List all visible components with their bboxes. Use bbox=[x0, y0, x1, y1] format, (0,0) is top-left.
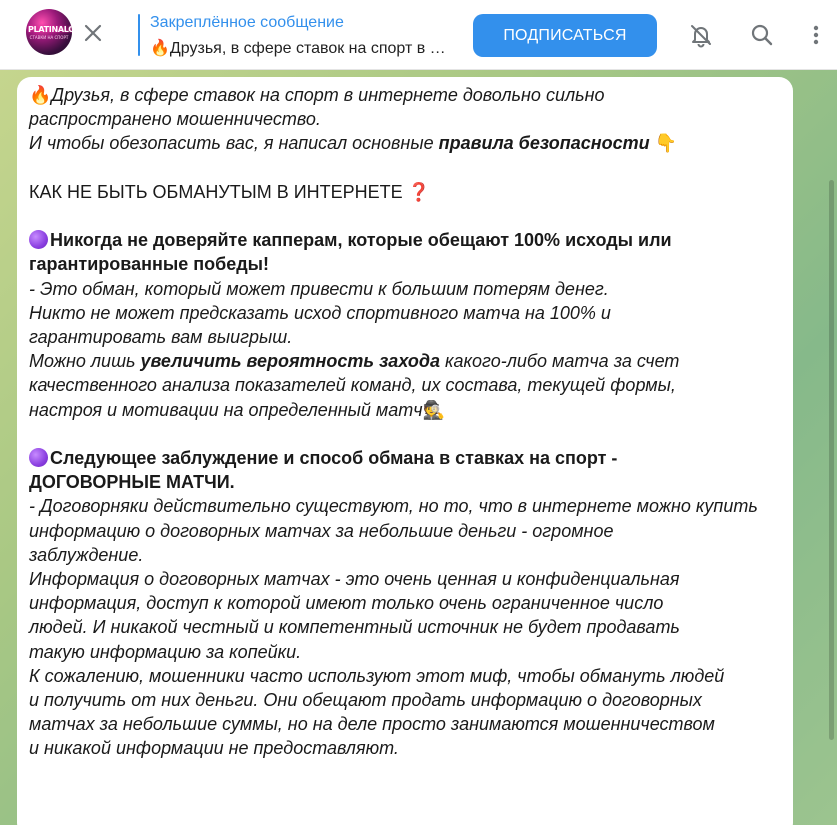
section1-text: качественного анализа показателей команд… bbox=[29, 375, 676, 396]
pinned-indicator bbox=[138, 14, 140, 56]
section2-text: информацию о договорных матчах за неболь… bbox=[29, 520, 614, 541]
channel-avatar[interactable]: PLATINALOX СТАВКИ НА СПОРТ bbox=[26, 9, 72, 55]
section2-title: Следующее заблуждение и способ обмана в … bbox=[29, 446, 793, 470]
section2-text: - Договорняки действительно существуют, … bbox=[29, 496, 758, 517]
section2-text: информация, доступ к которой имеют тольк… bbox=[29, 593, 664, 614]
fire-icon: 🔥 bbox=[29, 85, 52, 105]
purple-circle-icon bbox=[29, 230, 48, 250]
intro-text-3a: И чтобы обезопасить вас, я написал основ… bbox=[29, 133, 439, 154]
section1-text: Никто не может предсказать исход спортив… bbox=[29, 302, 611, 323]
intro-text-3b: правила безопасности bbox=[438, 133, 650, 154]
s1-title-1: Никогда не доверяйте капперам, которые о… bbox=[50, 230, 672, 251]
avatar-logo-text: PLATINALOX bbox=[28, 25, 72, 34]
section2-text: такую информацию за копейки. bbox=[29, 641, 302, 662]
s1-line6: настроя и мотивации на определенный матч bbox=[29, 399, 423, 420]
section1-title: Никогда не доверяйте капперам, которые о… bbox=[29, 228, 793, 252]
heading-text: КАК НЕ БЫТЬ ОБМАНУТЫМ В ИНТЕРНЕТЕ bbox=[29, 181, 408, 202]
intro-text-1: Друзья, в сфере ставок на спорт в интерн… bbox=[51, 85, 605, 105]
scrollbar-thumb[interactable] bbox=[829, 180, 834, 740]
question-mark-icon: ❓ bbox=[407, 181, 431, 202]
section1-title: гарантированные победы! bbox=[29, 254, 270, 275]
section2-text: К сожалению, мошенники часто используют … bbox=[29, 665, 725, 686]
avatar-logo-subtext: СТАВКИ НА СПОРТ bbox=[29, 35, 69, 40]
section2-text: матчах за небольшие суммы, но на деле пр… bbox=[29, 714, 715, 735]
section2-title: ДОГОВОРНЫЕ МАТЧИ. bbox=[29, 472, 235, 493]
s1-line4b: увеличить вероятность захода bbox=[140, 351, 441, 372]
purple-circle-icon bbox=[29, 448, 48, 467]
pinned-message-text[interactable]: 🔥Друзья, в сфере ставок на спорт в интер… bbox=[150, 38, 450, 58]
pinned-message-title[interactable]: Закреплённое сообщение bbox=[150, 14, 344, 32]
s1-line4a: Можно лишь bbox=[29, 351, 141, 372]
search-icon[interactable] bbox=[749, 22, 775, 48]
s1-line4c: какого-либо матча за счет bbox=[440, 351, 680, 372]
more-vertical-icon[interactable] bbox=[808, 22, 824, 48]
intro-line: распространено мошенничество. bbox=[29, 109, 321, 130]
section2-text: Информация о договорных матчах - это оче… bbox=[29, 569, 680, 590]
section-heading: КАК НЕ БЫТЬ ОБМАНУТЫМ В ИНТЕРНЕТЕ ❓ bbox=[29, 180, 793, 204]
intro-line: 🔥Друзья, в сфере ставок на спорт в интер… bbox=[29, 83, 793, 107]
section1-text: Можно лишь увеличить вероятность захода … bbox=[29, 349, 793, 373]
section1-text: гарантировать вам выигрыш. bbox=[29, 327, 293, 347]
section2-text: и получить от них деньги. Они обещают пр… bbox=[29, 690, 702, 711]
chat-header: PLATINALOX СТАВКИ НА СПОРТ Закреплённое … bbox=[0, 0, 837, 70]
section2-text: и никакой информации не предоставляют. bbox=[29, 738, 399, 759]
subscribe-button[interactable]: ПОДПИСАТЬСЯ bbox=[473, 14, 657, 57]
detective-icon: 🕵 bbox=[422, 399, 445, 420]
section1-text: - Это обман, который может привести к бо… bbox=[29, 278, 609, 299]
message-bubble: 🔥Друзья, в сфере ставок на спорт в интер… bbox=[17, 77, 793, 825]
s2-title-1: Следующее заблуждение и способ обмана в … bbox=[50, 448, 618, 468]
pointing-down-icon: 👇 bbox=[654, 133, 678, 154]
scrollbar[interactable] bbox=[826, 70, 837, 825]
bell-muted-icon[interactable] bbox=[688, 22, 714, 48]
section2-text: людей. И никакой честный и компетентный … bbox=[29, 617, 680, 638]
close-icon[interactable] bbox=[80, 20, 106, 46]
intro-line: И чтобы обезопасить вас, я написал основ… bbox=[29, 131, 793, 155]
section1-text: настроя и мотивации на определенный матч… bbox=[29, 398, 793, 422]
section2-text: заблуждение. bbox=[29, 544, 144, 565]
